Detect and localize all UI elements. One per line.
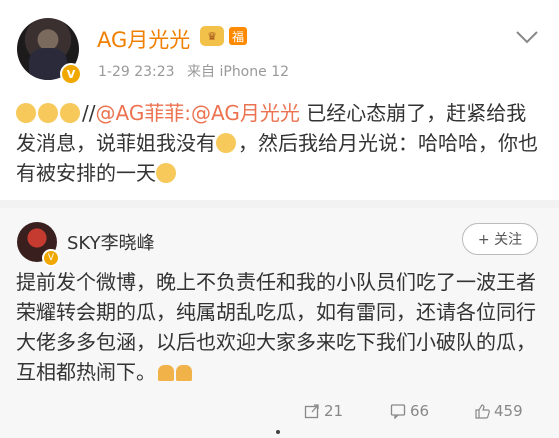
fan-badge-icon: 福	[229, 27, 247, 45]
share-count: 21	[324, 402, 344, 420]
sad-emoji-icon	[16, 103, 36, 123]
share-icon	[304, 404, 319, 419]
post-username[interactable]: AG月光光	[97, 24, 190, 54]
mention-link[interactable]: @AG菲菲:@AG月光光	[95, 101, 299, 125]
post-content: //@AG菲菲:@AG月光光 已经心态崩了，赶紧给我发消息，说菲姐我没有 ，然后我…	[16, 98, 541, 188]
comment-action[interactable]: 66	[390, 402, 429, 420]
verified-icon: V	[60, 63, 82, 85]
thumbs-up-icon	[475, 404, 490, 419]
post-time: 1-29 23:23	[98, 64, 175, 80]
divider	[0, 200, 559, 208]
crown-icon: ♛	[200, 26, 224, 46]
comment-count: 66	[410, 402, 430, 420]
post-meta: 1-29 23:23 来自 iPhone 12	[98, 61, 297, 81]
post-source: 来自 iPhone 12	[187, 64, 290, 80]
laugh-cry-emoji-icon	[216, 133, 236, 153]
content-prefix: //	[82, 101, 96, 125]
like-count: 459	[494, 402, 523, 420]
like-action[interactable]: 459	[474, 402, 523, 420]
verified-icon: V	[42, 249, 60, 267]
comment-icon	[390, 404, 406, 419]
repost-username[interactable]: SKY李晓峰	[67, 229, 155, 255]
repost-text: 提前发个微博，晚上不负责任和我的小队员们吃了一波王者荣耀转会期的瓜，纯属胡乱吃瓜…	[16, 270, 536, 384]
original-post: V AG月光光 ♛ 福 1-29 23:23 来自 iPhone 12 //@A…	[0, 0, 559, 220]
repost-content: 提前发个微博，晚上不负责任和我的小队员们吃了一波王者荣耀转会期的瓜，纯属胡乱吃瓜…	[16, 267, 546, 387]
pray-emoji-icon	[176, 365, 192, 381]
follow-button[interactable]: + 关注	[462, 223, 538, 255]
chevron-down-icon[interactable]	[515, 30, 539, 44]
sad-emoji-icon	[60, 103, 80, 123]
reposted-post[interactable]: V SKY李晓峰 + 关注 提前发个微博，晚上不负责任和我的小队员们吃了一波王者…	[0, 208, 559, 438]
share-action[interactable]: 21	[304, 402, 343, 420]
sad-emoji-icon	[38, 103, 58, 123]
smirk-emoji-icon	[156, 163, 176, 183]
pray-emoji-icon	[158, 365, 174, 381]
page-indicator-dot	[276, 430, 280, 434]
